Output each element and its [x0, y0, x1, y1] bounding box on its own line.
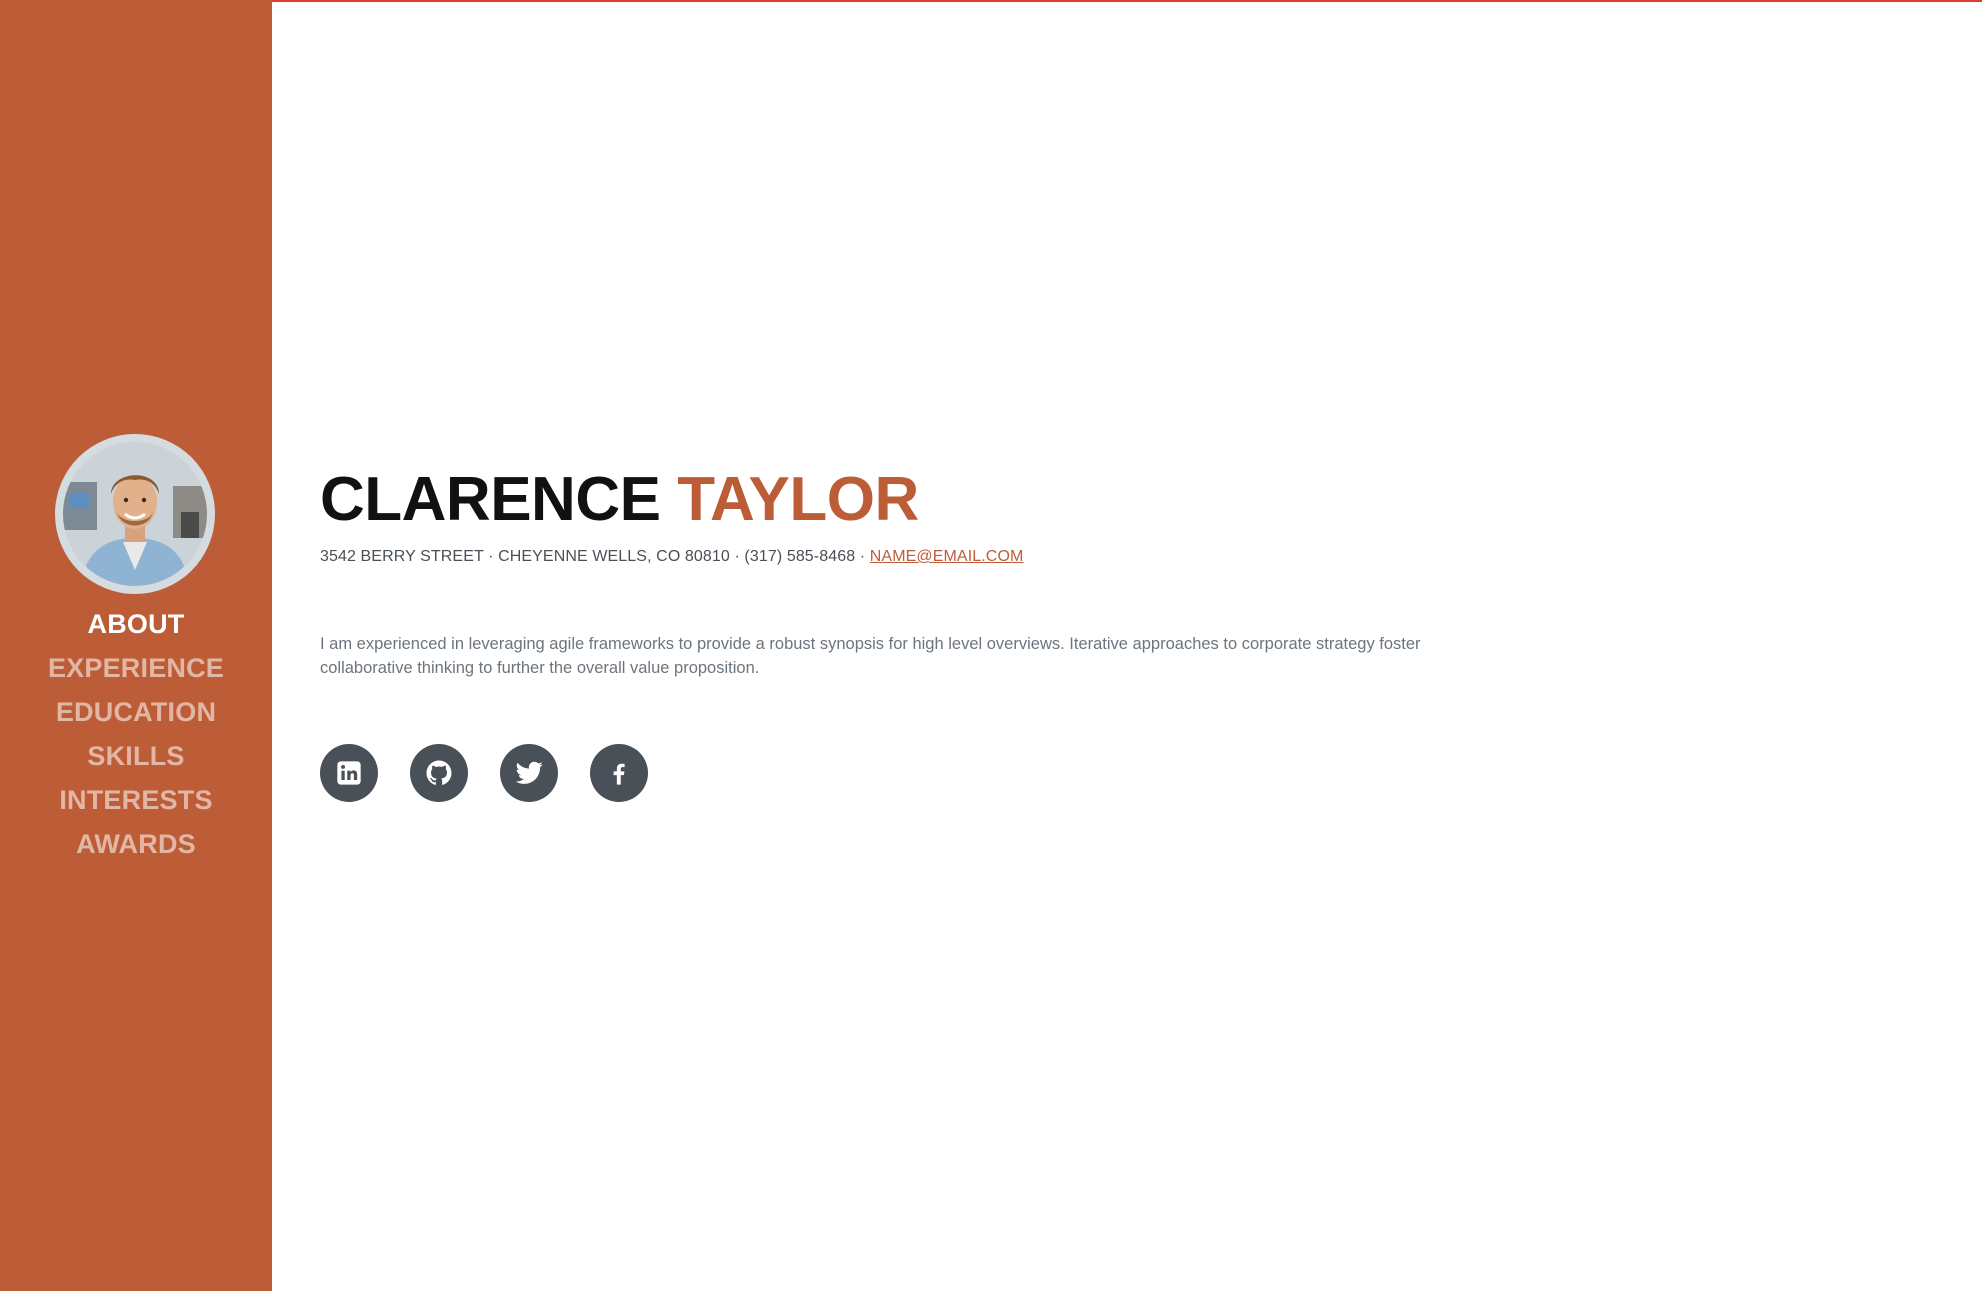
email-link[interactable]: NAME@EMAIL.COM — [870, 548, 1024, 565]
linkedin-icon — [337, 761, 361, 785]
github-icon — [426, 760, 452, 785]
contact-line: 3542 BERRY STREET · CHEYENNE WELLS, CO 8… — [320, 546, 1023, 568]
nav-item-skills[interactable]: SKILLS — [0, 734, 272, 778]
github-button[interactable] — [410, 744, 468, 802]
page-title: CLARENCE TAYLOR — [320, 462, 919, 538]
nav-item-education[interactable]: EDUCATION — [0, 690, 272, 734]
top-accent-line — [272, 0, 1982, 2]
twitter-button[interactable] — [500, 744, 558, 802]
facebook-button[interactable] — [590, 744, 648, 802]
linkedin-button[interactable] — [320, 744, 378, 802]
nav-item-experience[interactable]: EXPERIENCE — [0, 646, 272, 690]
resume-page: ABOUT EXPERIENCE EDUCATION SKILLS INTERE… — [0, 0, 1982, 1291]
sidebar: ABOUT EXPERIENCE EDUCATION SKILLS INTERE… — [0, 0, 272, 1291]
profile-avatar[interactable] — [55, 434, 215, 594]
bio-text: I am experienced in leveraging agile fra… — [320, 635, 1421, 677]
first-name: CLARENCE — [320, 465, 661, 534]
social-icons — [320, 744, 648, 802]
nav-item-about[interactable]: ABOUT — [0, 602, 272, 646]
nav-item-awards[interactable]: AWARDS — [0, 822, 272, 866]
facebook-icon — [613, 763, 625, 785]
last-name: TAYLOR — [677, 465, 919, 534]
twitter-icon — [515, 761, 543, 784]
nav-item-interests[interactable]: INTERESTS — [0, 778, 272, 822]
address-text: 3542 BERRY STREET · CHEYENNE WELLS, CO 8… — [320, 548, 870, 565]
sidebar-nav: ABOUT EXPERIENCE EDUCATION SKILLS INTERE… — [0, 602, 272, 866]
profile-photo-icon — [63, 442, 207, 586]
